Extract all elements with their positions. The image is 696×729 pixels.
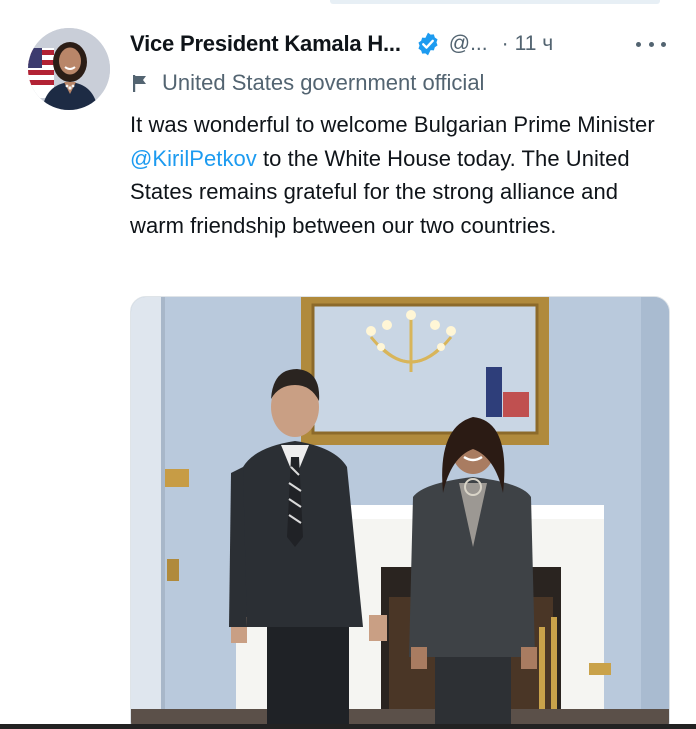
display-name[interactable]: Vice President Kamala H... (130, 31, 401, 57)
avatar-image (28, 28, 110, 110)
tweet-header: Vice President Kamala H... @... · 11 ч (130, 26, 670, 62)
bottom-bar (0, 724, 696, 729)
timestamp[interactable]: 11 ч (515, 32, 554, 56)
avatar[interactable] (28, 28, 110, 110)
tweet-photo[interactable] (130, 296, 670, 729)
government-flag-icon (130, 73, 150, 93)
more-dot (636, 41, 641, 47)
top-divider (330, 0, 660, 4)
tweet-view: Vice President Kamala H... @... · 11 ч U… (0, 0, 696, 729)
photo-image (131, 297, 669, 729)
more-dot (648, 41, 654, 47)
verified-badge-icon (415, 31, 441, 57)
tweet-text-part: It was wonderful to welcome Bulgarian Pr… (130, 112, 655, 137)
more-options-icon[interactable] (636, 32, 666, 56)
separator-dot: · (501, 32, 509, 55)
government-label[interactable]: United States government official (162, 70, 484, 96)
handle[interactable]: @... (449, 32, 488, 56)
tweet-text: It was wonderful to welcome Bulgarian Pr… (130, 108, 675, 242)
government-label-row: United States government official (130, 68, 484, 98)
more-dot (661, 41, 666, 47)
mention-link[interactable]: @KirilPetkov (130, 146, 257, 171)
